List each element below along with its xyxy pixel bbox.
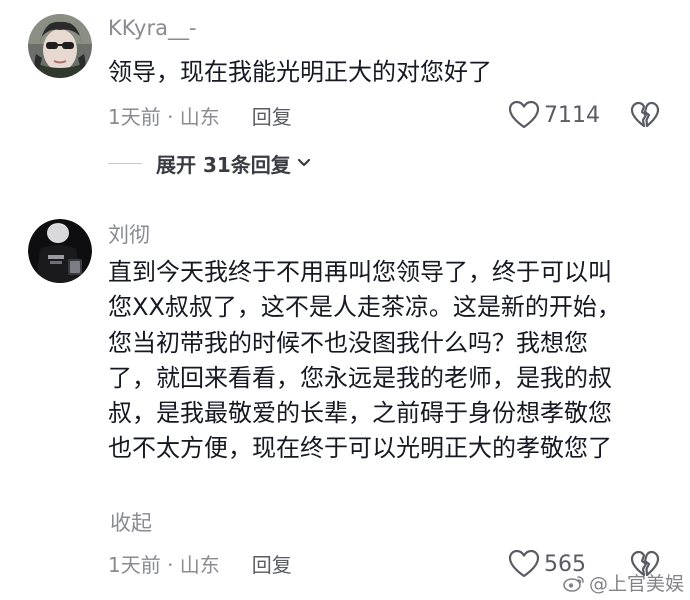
reply-button[interactable]: 回复: [252, 549, 292, 578]
like-button[interactable]: 7114: [508, 98, 600, 132]
avatar-image: [28, 219, 92, 283]
watermark: @上官美娱: [563, 569, 684, 596]
expand-replies-button[interactable]: 展开 31条回复: [108, 148, 311, 178]
avatar[interactable]: [28, 14, 92, 78]
weibo-logo-icon: [563, 575, 584, 592]
like-count: 7114: [544, 102, 600, 128]
comment-text: 直到今天我终于不用再叫您领导了，终于可以叫 您XX叔叔了，这不是人走茶凉。这是新…: [108, 258, 621, 463]
expand-divider: [108, 162, 142, 164]
comment-text: 领导，现在我能光明正大的对您好了: [108, 58, 492, 86]
watermark-text: @上官美娱: [588, 573, 684, 595]
username[interactable]: 刘彻: [108, 222, 150, 248]
comment-meta: 1天前 · 山东 回复: [108, 548, 292, 578]
comment-item: 刘彻 直到今天我终于不用再叫您领导了，终于可以叫 您XX叔叔了，这不是人走茶凉。…: [0, 205, 690, 600]
chevron-down-icon: [297, 158, 310, 167]
dislike-button[interactable]: [630, 100, 660, 130]
heart-outline-icon: [508, 549, 540, 578]
comment-item: KKyra__- 领导，现在我能光明正大的对您好了 1天前 · 山东 回复 71…: [0, 0, 690, 205]
broken-heart-icon: [630, 101, 660, 128]
heart-outline-icon: [508, 100, 540, 129]
comment-list: KKyra__- 领导，现在我能光明正大的对您好了 1天前 · 山东 回复 71…: [0, 0, 690, 600]
comment-time-location: 1天前 · 山东: [108, 552, 220, 577]
reply-button[interactable]: 回复: [252, 101, 292, 130]
avatar-image: [28, 14, 92, 78]
avatar[interactable]: [28, 219, 92, 283]
username[interactable]: KKyra__-: [108, 15, 197, 41]
comment-time-location: 1天前 · 山东: [108, 104, 220, 129]
expand-replies-label: 展开 31条回复: [156, 152, 291, 177]
comment-meta: 1天前 · 山东 回复: [108, 100, 292, 130]
collapse-button[interactable]: 收起: [110, 510, 152, 536]
